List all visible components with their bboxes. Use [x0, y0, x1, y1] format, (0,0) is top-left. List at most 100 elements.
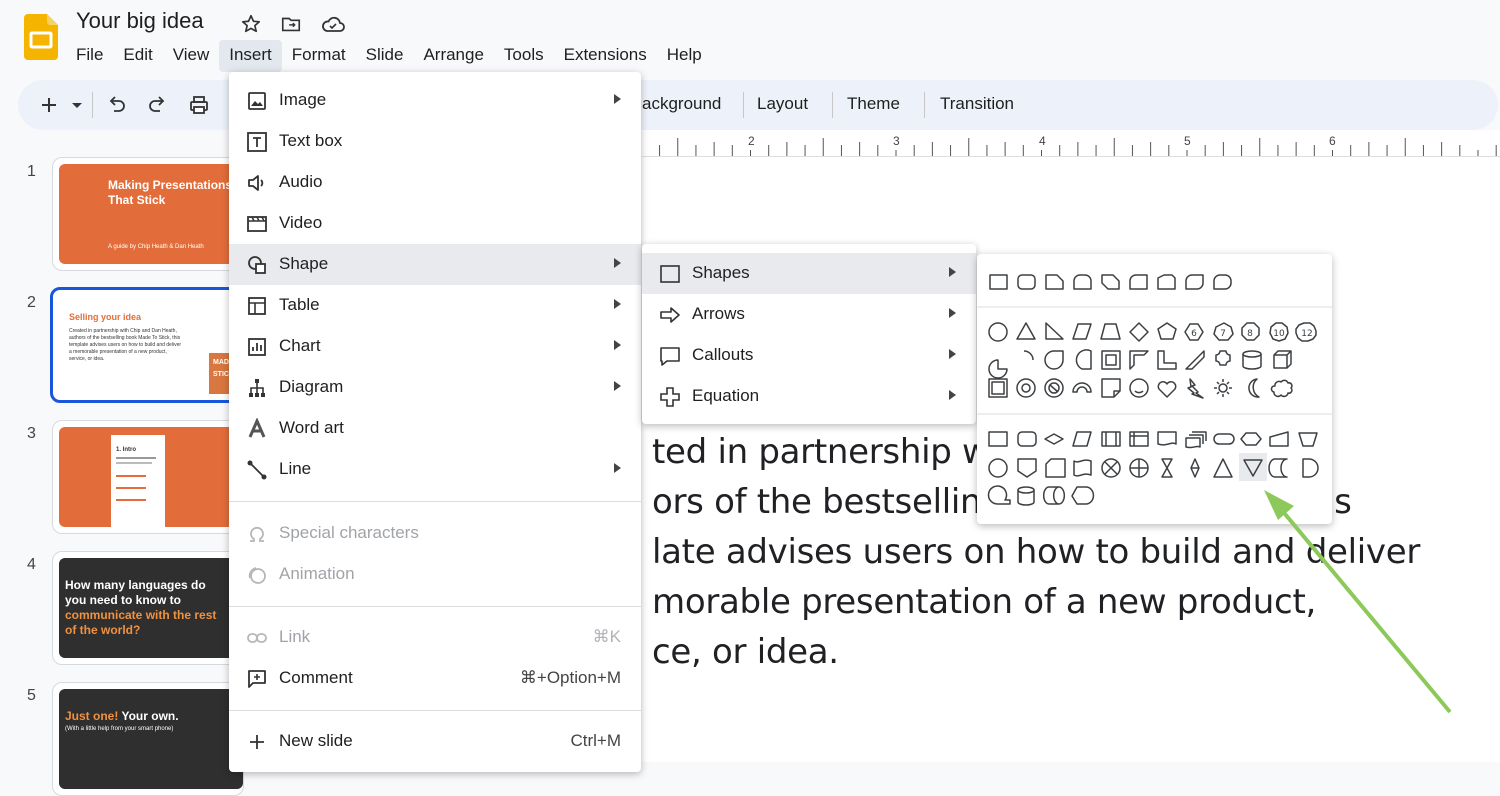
thumb-subtitle: A guide by Chip Heath & Dan Heath — [108, 244, 204, 250]
flowchart-terminator — [1213, 433, 1235, 445]
chart-icon — [246, 336, 268, 358]
shape-snip-two-corner-rectangle — [1101, 274, 1120, 290]
menu-item-line[interactable]: Line — [229, 449, 641, 490]
layout-button[interactable]: Layout — [757, 94, 808, 114]
slides-logo-icon[interactable] — [24, 14, 58, 60]
slide-body-line[interactable]: ce, or idea. — [652, 632, 839, 672]
shape-label: 7 — [1220, 329, 1226, 339]
menu-item-comment[interactable]: Comment ⌘+Option+M — [229, 658, 641, 699]
shape-plaque — [1215, 350, 1231, 366]
star-icon[interactable] — [240, 13, 262, 35]
menu-item-text-box[interactable]: Text box — [229, 121, 641, 162]
comment-icon — [246, 668, 268, 690]
shortcut-text: ⌘+Option+M — [519, 668, 621, 687]
menu-item-link[interactable]: Link ⌘K — [229, 617, 641, 658]
submenu-item-shapes[interactable]: Shapes — [642, 253, 976, 294]
horizontal-ruler — [642, 130, 1500, 157]
link-icon — [246, 627, 268, 649]
image-icon — [246, 90, 268, 112]
menu-edit[interactable]: Edit — [113, 40, 162, 72]
flowchart-process — [988, 431, 1008, 447]
print-icon[interactable] — [188, 94, 210, 116]
submenu-item-equation[interactable]: Equation — [642, 376, 976, 417]
menu-item-audio[interactable]: Audio — [229, 162, 641, 203]
shape-oval — [988, 322, 1008, 342]
slide-number: 4 — [27, 556, 36, 573]
background-button[interactable]: ackground — [642, 94, 721, 114]
shape-snip-corner-rectangle — [1045, 274, 1064, 290]
transition-button[interactable]: Transition — [940, 94, 1014, 114]
shape-round-diagonal-rectangle — [1185, 274, 1204, 290]
shape-label: 10 — [1273, 329, 1285, 339]
new-slide-dropdown-icon[interactable] — [70, 94, 84, 116]
menu-tools[interactable]: Tools — [494, 40, 554, 72]
submenu-item-callouts[interactable]: Callouts — [642, 335, 976, 376]
arrow-right-outline-icon — [659, 304, 681, 326]
text-box-icon — [246, 131, 268, 153]
flowchart-sort — [1190, 458, 1200, 478]
shape-icon — [246, 254, 268, 276]
document-title[interactable]: Your big idea — [76, 8, 204, 34]
menu-insert[interactable]: Insert — [219, 40, 282, 72]
shape-arc — [1023, 350, 1034, 361]
flowchart-internal-storage — [1129, 431, 1149, 447]
submenu-arrow-icon — [614, 258, 621, 268]
redo-icon[interactable] — [146, 94, 168, 116]
menu-item-special-characters[interactable]: Special characters — [229, 513, 641, 554]
ruler-number: 5 — [1184, 134, 1191, 148]
menu-extensions[interactable]: Extensions — [554, 40, 657, 72]
slide-thumbnail-1[interactable]: Making Presentations That Stick A guide … — [52, 157, 244, 271]
menu-slide[interactable]: Slide — [356, 40, 414, 72]
slide-thumbnail-5[interactable]: Just one! Your own. (With a little help … — [52, 682, 244, 796]
shape-l-shape — [1157, 350, 1177, 370]
flowchart-manual-operation — [1298, 432, 1318, 447]
menu-item-word-art[interactable]: Word art — [229, 408, 641, 449]
slide-thumbnail-4[interactable]: How many languages do you need to know t… — [52, 551, 244, 665]
menu-item-chart[interactable]: Chart — [229, 326, 641, 367]
toolbar-divider — [743, 92, 744, 118]
submenu-item-arrows[interactable]: Arrows — [642, 294, 976, 335]
slide-thumbnail-3[interactable]: 1. Intro — [52, 420, 244, 534]
menu-item-animation[interactable]: Animation — [229, 554, 641, 595]
audio-icon — [246, 172, 268, 194]
thumb-subtitle: (With a little help from your smart phon… — [65, 726, 174, 732]
menu-item-image[interactable]: Image — [229, 80, 641, 121]
flowchart-card — [1045, 458, 1066, 478]
flowchart-sequential-access-storage — [987, 485, 1011, 505]
slide-body-line[interactable]: morable presentation of a new product, — [652, 582, 1316, 622]
cloud-saved-icon[interactable] — [320, 13, 346, 35]
menu-format[interactable]: Format — [282, 40, 356, 72]
new-slide-plus-icon[interactable] — [38, 94, 60, 116]
menu-item-video[interactable]: Video — [229, 203, 641, 244]
shape-donut — [1016, 378, 1036, 398]
menu-item-new-slide[interactable]: New slide Ctrl+M — [229, 721, 641, 762]
slide-thumbnail-2[interactable]: Selling your idea Created in partnership… — [50, 287, 244, 403]
shape-half-frame — [1129, 350, 1149, 370]
menu-view[interactable]: View — [163, 40, 220, 72]
move-folder-icon[interactable] — [280, 13, 302, 35]
theme-button[interactable]: Theme — [847, 94, 900, 114]
slide-body-line[interactable]: ted in partnership wit — [652, 432, 1012, 472]
menu-bar: File Edit View Insert Format Slide Arran… — [66, 40, 712, 72]
menu-help[interactable]: Help — [657, 40, 712, 72]
slide-number: 2 — [27, 294, 36, 311]
shape-teardrop — [1044, 350, 1064, 370]
plus-outline-icon — [659, 386, 681, 408]
menu-item-shape[interactable]: Shape — [229, 244, 641, 285]
submenu-arrow-icon — [614, 340, 621, 350]
shape-chord — [1075, 349, 1092, 370]
toolbar-divider — [832, 92, 833, 118]
shape-diamond — [1129, 322, 1149, 342]
video-icon — [246, 213, 268, 235]
flowchart-data — [1072, 431, 1092, 447]
menu-item-diagram[interactable]: Diagram — [229, 367, 641, 408]
menu-file[interactable]: File — [66, 40, 113, 72]
animation-icon — [246, 564, 268, 586]
undo-icon[interactable] — [106, 94, 128, 116]
menu-item-table[interactable]: Table — [229, 285, 641, 326]
slide-number: 1 — [27, 163, 36, 180]
shape-frame — [1101, 350, 1121, 370]
thumb-card: 1. Intro — [111, 435, 165, 527]
flowchart-punched-tape — [1073, 459, 1092, 477]
menu-arrange[interactable]: Arrange — [413, 40, 493, 72]
